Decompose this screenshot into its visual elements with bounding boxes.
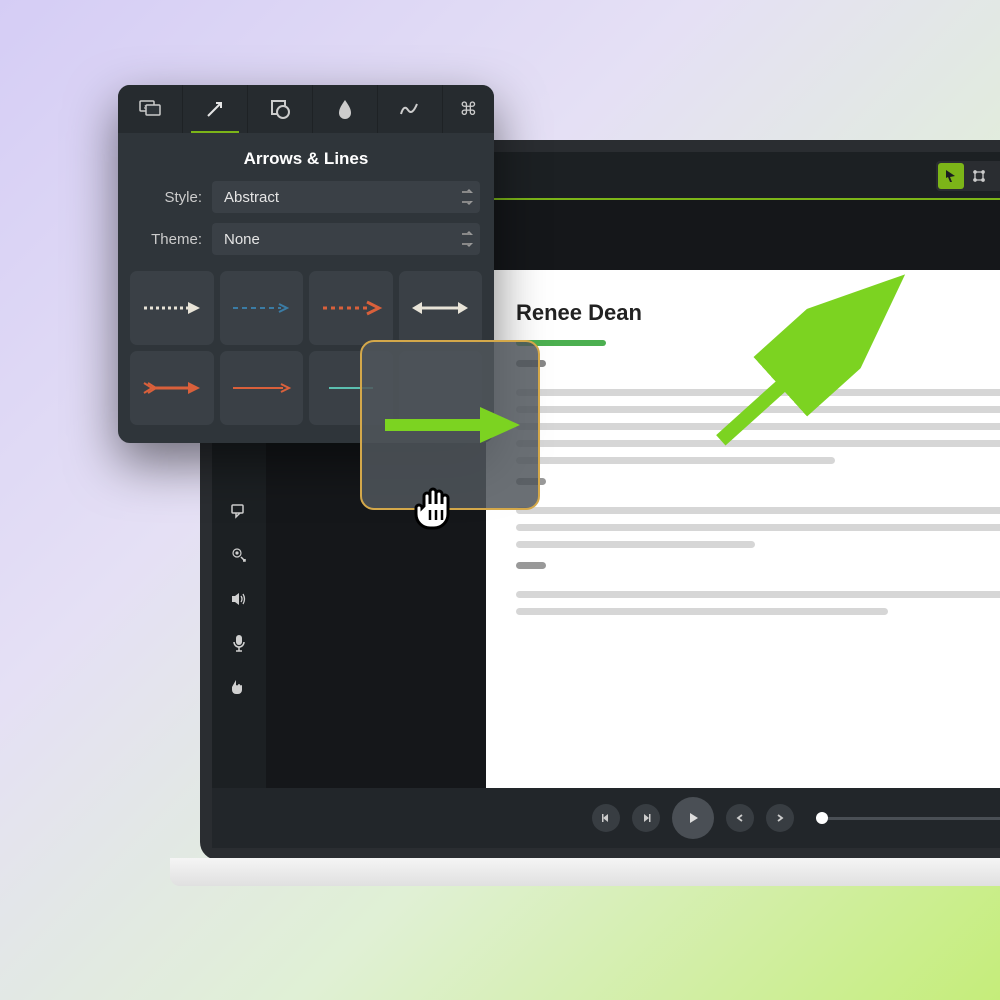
next-button[interactable]	[766, 804, 794, 832]
arrow-preset-feather-orange[interactable]	[130, 351, 214, 425]
grab-cursor-icon	[410, 480, 466, 536]
tab-shortcuts[interactable]: ⌘	[443, 85, 494, 133]
step-forward-button[interactable]	[632, 804, 660, 832]
mic-tool-icon[interactable]	[228, 632, 250, 654]
style-select[interactable]: Abstract	[212, 181, 480, 213]
callout-tool-icon[interactable]	[228, 500, 250, 522]
target-tool-icon[interactable]	[228, 544, 250, 566]
text-line	[516, 562, 546, 569]
theme-value: None	[224, 231, 260, 248]
prev-button[interactable]	[726, 804, 754, 832]
hand-tool[interactable]	[994, 163, 1000, 189]
arrow-preset-dotted-white[interactable]	[130, 271, 214, 345]
tab-arrows[interactable]	[183, 85, 248, 133]
text-line	[516, 457, 835, 464]
arrow-preset-double-white[interactable]	[399, 271, 483, 345]
style-label: Style:	[132, 189, 212, 206]
step-back-button[interactable]	[592, 804, 620, 832]
panel-title: Arrows & Lines	[118, 133, 494, 181]
text-line	[516, 524, 1000, 531]
tab-blur[interactable]	[313, 85, 378, 133]
playback-bar	[212, 788, 1000, 848]
tab-freehand[interactable]	[378, 85, 443, 133]
theme-label: Theme:	[132, 231, 212, 248]
document-preview: Renee Dean	[486, 270, 1000, 828]
text-line	[516, 507, 1000, 514]
timeline-scrubber[interactable]	[816, 817, 1000, 820]
pointer-tool-icon[interactable]	[228, 676, 250, 698]
laptop-base	[170, 858, 1000, 886]
panel-tabs: a ⌘	[118, 85, 494, 133]
volume-tool-icon[interactable]	[228, 588, 250, 610]
text-line	[516, 541, 755, 548]
theme-select[interactable]: None	[212, 223, 480, 255]
arrow-preset-dashed-orange[interactable]	[309, 271, 393, 345]
grid-tool[interactable]	[966, 163, 992, 189]
playhead[interactable]	[816, 812, 828, 824]
text-line	[516, 591, 1000, 598]
canvas-tool-group	[936, 161, 1000, 191]
style-value: Abstract	[224, 189, 279, 206]
tab-shapes[interactable]	[248, 85, 313, 133]
tab-text[interactable]: a	[118, 85, 183, 133]
arrow-preset-thin-orange[interactable]	[220, 351, 304, 425]
select-tool[interactable]	[938, 163, 964, 189]
text-line	[516, 608, 888, 615]
arrow-preset-dashed-blue[interactable]	[220, 271, 304, 345]
play-button[interactable]	[672, 797, 714, 839]
